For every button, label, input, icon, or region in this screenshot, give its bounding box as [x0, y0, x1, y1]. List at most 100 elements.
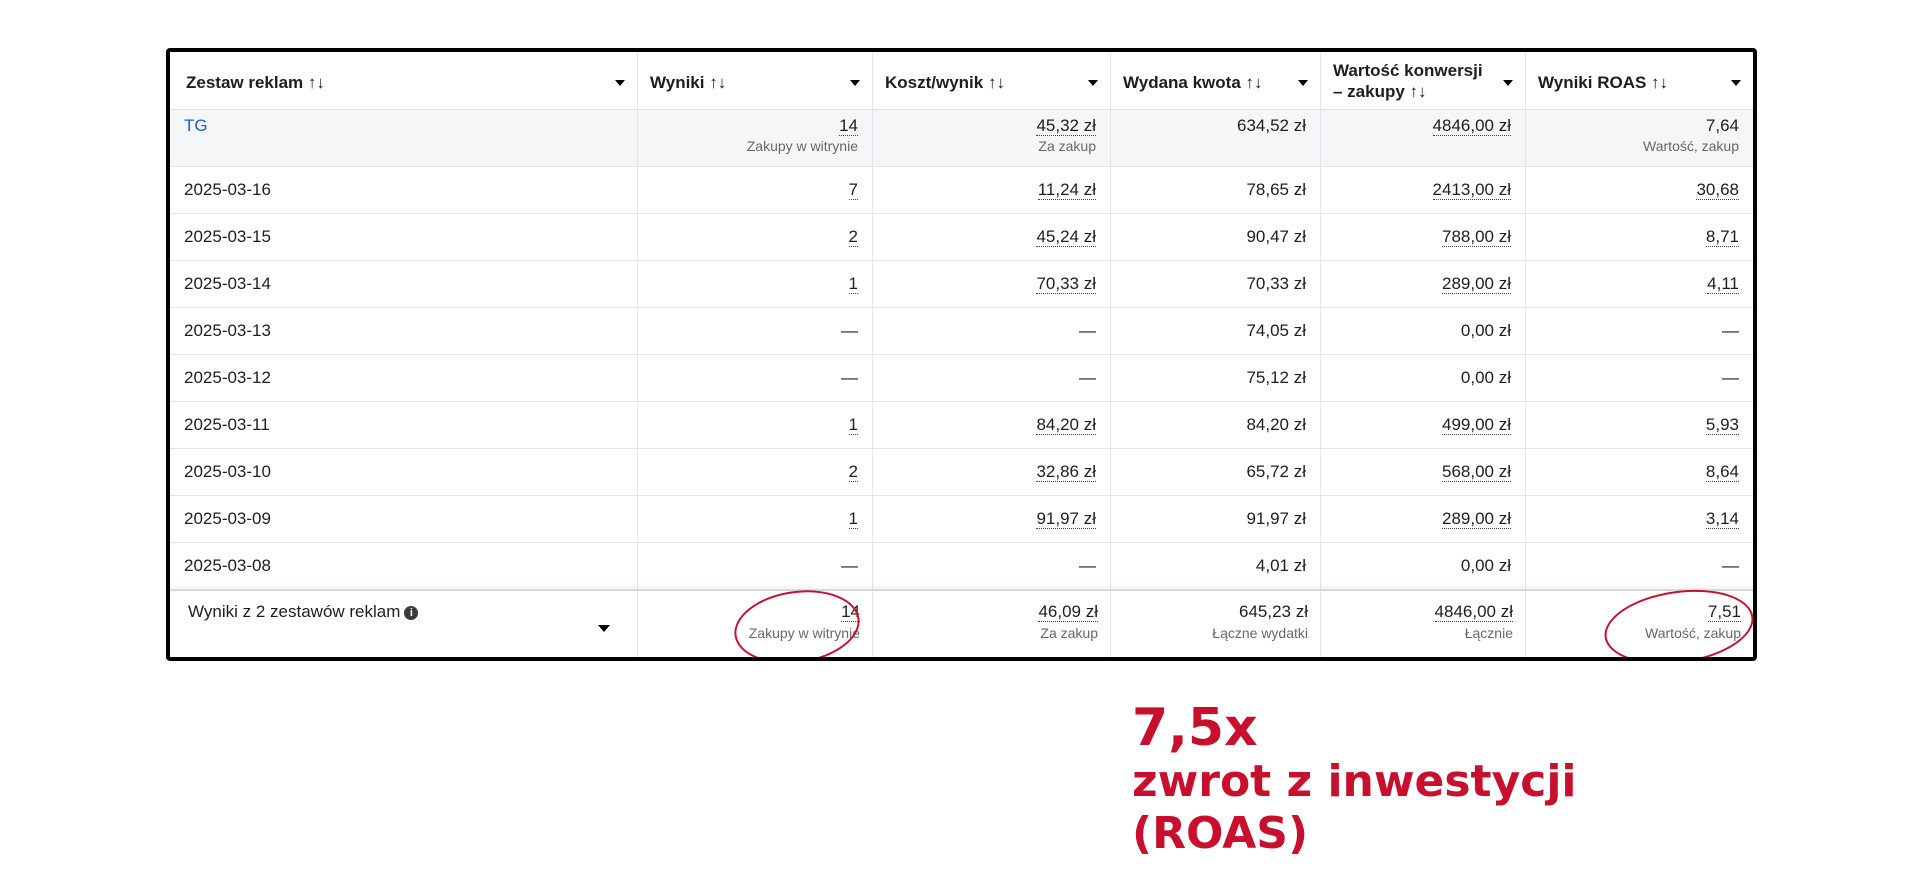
header-label: Wartość konwersji – zakupy ↑↓ [1333, 61, 1483, 101]
headline-line-1: zwrot z inwestycji [1132, 756, 1577, 807]
header-cost-per-result[interactable]: Koszt/wynik ↑↓ [873, 52, 1111, 110]
roas-sub: Wartość, zakup [1643, 138, 1739, 154]
roas-value: — [1722, 556, 1739, 575]
spent-value: 645,23 zł [1239, 602, 1308, 621]
table-row: 2025-03-12 — — 75,12 zł 0,00 zł — [170, 355, 1753, 402]
conversion-value[interactable]: 289,00 zł [1442, 509, 1511, 529]
conversion-value[interactable]: 4846,00 zł [1434, 602, 1513, 622]
cost-value[interactable]: 32,86 zł [1036, 462, 1096, 482]
chevron-down-icon[interactable] [598, 625, 610, 632]
results-value[interactable]: 1 [848, 415, 858, 435]
results-value[interactable]: 1 [848, 274, 858, 294]
header-label: Koszt/wynik ↑↓ [885, 73, 1005, 92]
cost-value[interactable]: 45,24 zł [1036, 227, 1096, 247]
table-row: 2025-03-09 1 91,97 zł 91,97 zł 289,00 zł… [170, 496, 1753, 543]
header-label: Wyniki ↑↓ [650, 73, 727, 92]
table-row: 2025-03-08 — — 4,01 zł 0,00 zł — [170, 543, 1753, 590]
spent-value: 4,01 zł [1255, 556, 1306, 575]
cost-value[interactable]: 84,20 zł [1036, 415, 1096, 435]
roas-value[interactable]: 8,64 [1705, 462, 1739, 482]
roas-value[interactable]: 8,71 [1705, 227, 1739, 247]
headline-multiplier: 7,5x [1132, 698, 1258, 758]
results-sub: Zakupy w witrynie [746, 138, 858, 154]
headline-line-2: (ROAS) [1132, 808, 1309, 859]
spent-value: 74,05 zł [1246, 321, 1306, 340]
results-value[interactable]: 7 [848, 180, 858, 200]
chevron-down-icon[interactable] [1731, 80, 1741, 86]
chevron-down-icon[interactable] [1088, 80, 1098, 86]
results-value[interactable]: 14 [841, 602, 860, 622]
roas-value[interactable]: 4,11 [1707, 274, 1739, 294]
spent-value: 70,33 zł [1246, 274, 1306, 293]
info-icon[interactable]: i [404, 606, 419, 620]
conversion-value[interactable]: 289,00 zł [1442, 274, 1511, 294]
header-label: Wydana kwota ↑↓ [1123, 73, 1263, 92]
cost-value[interactable]: 46,09 zł [1038, 602, 1098, 622]
results-value: — [841, 321, 858, 340]
value-sub: Łącznie [1464, 625, 1513, 641]
cost-value[interactable]: 45,32 zł [1036, 116, 1096, 136]
roas-value[interactable]: 3,14 [1705, 509, 1739, 529]
header-roas[interactable]: Wyniki ROAS ↑↓ [1526, 52, 1753, 110]
date-cell: 2025-03-12 [184, 368, 271, 387]
summary-label-cell[interactable]: Wyniki z 2 zestawów reklam i [170, 591, 638, 657]
table-row-tg: TG 14 Zakupy w witrynie 45,32 zł Za zaku… [170, 110, 1753, 167]
spent-value: 90,47 zł [1246, 227, 1306, 246]
date-cell: 2025-03-10 [184, 462, 271, 481]
conversion-value[interactable]: 499,00 zł [1442, 415, 1511, 435]
header-ad-set[interactable]: Zestaw reklam ↑↓ [170, 52, 638, 110]
roas-value: — [1722, 321, 1739, 340]
chevron-down-icon[interactable] [850, 80, 860, 86]
conversion-value: 0,00 zł [1460, 368, 1511, 387]
roas-value[interactable]: 30,68 [1696, 180, 1739, 200]
spent-value: 78,65 zł [1246, 180, 1306, 199]
cost-sub: Za zakup [1038, 138, 1096, 154]
roas-sub: Wartość, zakup [1645, 625, 1741, 641]
results-value[interactable]: 2 [848, 227, 858, 247]
header-label: Zestaw reklam ↑↓ [186, 73, 325, 92]
header-results[interactable]: Wyniki ↑↓ [638, 52, 873, 110]
conversion-value[interactable]: 788,00 zł [1442, 227, 1511, 247]
spent-value: 91,97 zł [1246, 509, 1306, 528]
roas-value[interactable]: 7,51 [1707, 602, 1741, 622]
chevron-down-icon[interactable] [1298, 80, 1308, 86]
cost-value: — [1079, 368, 1096, 387]
date-cell: 2025-03-14 [184, 274, 271, 293]
cost-value[interactable]: 11,24 zł [1037, 180, 1096, 200]
spent-value: 634,52 zł [1237, 116, 1306, 135]
results-value[interactable]: 1 [848, 509, 858, 529]
date-cell: 2025-03-15 [184, 227, 271, 246]
spent-value: 75,12 zł [1246, 368, 1306, 387]
date-cell: 2025-03-08 [184, 556, 271, 575]
chevron-down-icon[interactable] [1503, 80, 1513, 86]
date-cell: 2025-03-11 [184, 415, 270, 434]
header-label: Wyniki ROAS ↑↓ [1538, 73, 1669, 92]
spent-value: 84,20 zł [1246, 415, 1306, 434]
ads-report-table: Zestaw reklam ↑↓ Wyniki ↑↓ Koszt/wynik ↑… [166, 48, 1757, 661]
cost-sub: Za zakup [1040, 625, 1098, 641]
chevron-down-icon[interactable] [615, 80, 625, 86]
ad-set-link[interactable]: TG [184, 116, 208, 135]
table-row: 2025-03-16 7 11,24 zł 78,65 zł 2413,00 z… [170, 167, 1753, 214]
spent-sub: Łączne wydatki [1212, 625, 1308, 641]
table-row: 2025-03-13 — — 74,05 zł 0,00 zł — [170, 308, 1753, 355]
cost-value: — [1079, 556, 1096, 575]
roas-value[interactable]: 5,93 [1705, 415, 1739, 435]
date-cell: 2025-03-16 [184, 180, 271, 199]
table-row: 2025-03-14 1 70,33 zł 70,33 zł 289,00 zł… [170, 261, 1753, 308]
header-conversion-value[interactable]: Wartość konwersji – zakupy ↑↓ [1321, 52, 1526, 110]
conversion-value[interactable]: 568,00 zł [1442, 462, 1511, 482]
cost-value[interactable]: 70,33 zł [1036, 274, 1096, 294]
table-footer-summary: Wyniki z 2 zestawów reklam i 14 Zakupy w … [170, 580, 1753, 657]
results-value[interactable]: 2 [848, 462, 858, 482]
date-cell: 2025-03-09 [184, 509, 271, 528]
roas-value: — [1722, 368, 1739, 387]
header-amount-spent[interactable]: Wydana kwota ↑↓ [1111, 52, 1321, 110]
cost-value[interactable]: 91,97 zł [1036, 509, 1096, 529]
table-row: 2025-03-11 1 84,20 zł 84,20 zł 499,00 zł… [170, 402, 1753, 449]
conversion-value[interactable]: 2413,00 zł [1432, 180, 1511, 200]
conversion-value[interactable]: 4846,00 zł [1432, 116, 1511, 136]
summary-label: Wyniki z 2 zestawów reklam [188, 602, 401, 621]
results-value[interactable]: 14 [839, 116, 858, 136]
results-sub: Zakupy w witrynie [748, 625, 860, 641]
